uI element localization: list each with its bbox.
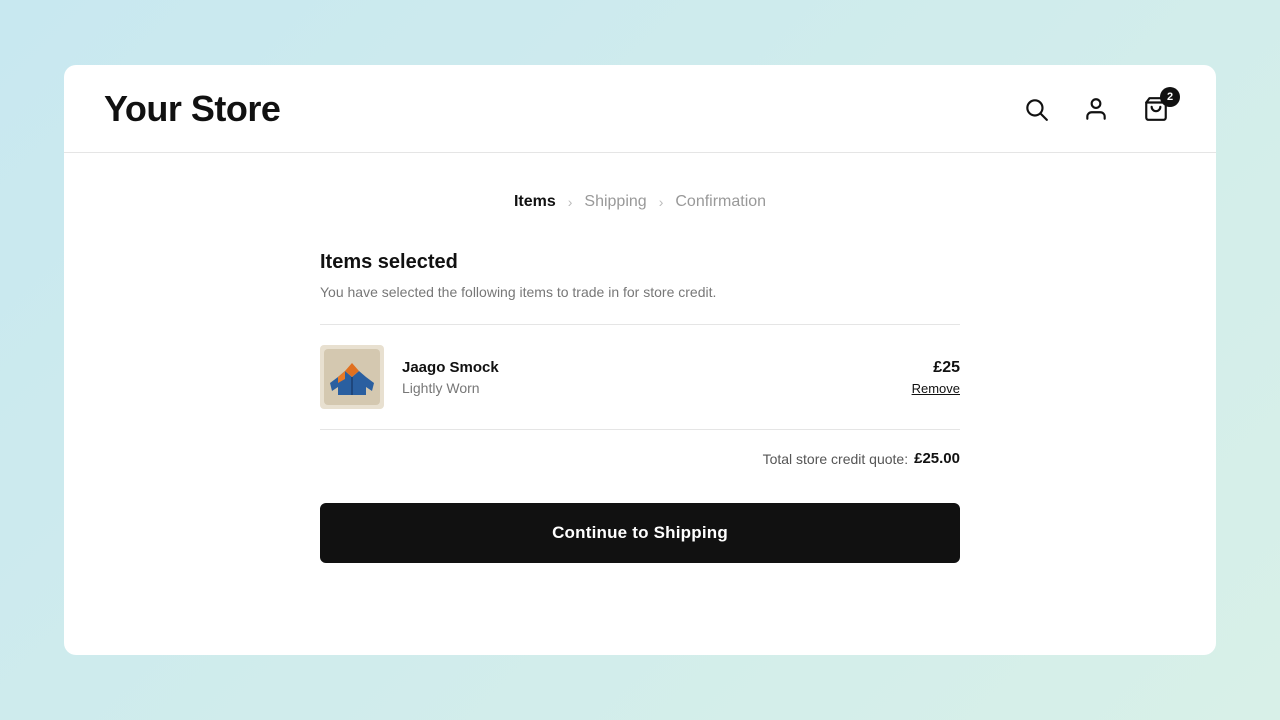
jacket-illustration: [324, 349, 380, 405]
item-price-action: £25 Remove: [912, 359, 960, 396]
search-icon: [1023, 96, 1049, 122]
header-icons: 2: [1016, 89, 1176, 129]
cart-button[interactable]: 2: [1136, 89, 1176, 129]
remove-button[interactable]: Remove: [912, 381, 960, 396]
step-confirmation: Confirmation: [675, 193, 766, 211]
app-window: Your Store: [64, 65, 1216, 655]
chevron-2-icon: ›: [659, 194, 664, 210]
main-content: Items › Shipping › Confirmation Items se…: [64, 153, 1216, 655]
cart-badge: 2: [1160, 87, 1180, 107]
total-label: Total store credit quote:: [763, 451, 909, 467]
store-title: Your Store: [104, 88, 280, 130]
checkout-steps: Items › Shipping › Confirmation: [514, 193, 766, 211]
total-row: Total store credit quote: £25.00: [320, 430, 960, 487]
item-price: £25: [933, 359, 960, 377]
search-button[interactable]: [1016, 89, 1056, 129]
section-title: Items selected: [320, 251, 960, 274]
table-row: Jaago Smock Lightly Worn £25 Remove: [320, 325, 960, 430]
total-amount: £25.00: [914, 450, 960, 467]
items-content: Items selected You have selected the fol…: [320, 251, 960, 487]
item-info: Jaago Smock Lightly Worn: [402, 359, 912, 396]
item-name: Jaago Smock: [402, 359, 912, 376]
item-condition: Lightly Worn: [402, 380, 912, 396]
continue-to-shipping-button[interactable]: Continue to Shipping: [320, 503, 960, 563]
section-description: You have selected the following items to…: [320, 284, 960, 300]
chevron-1-icon: ›: [568, 194, 573, 210]
user-icon: [1083, 96, 1109, 122]
step-shipping: Shipping: [584, 193, 646, 211]
item-image: [320, 345, 384, 409]
account-button[interactable]: [1076, 89, 1116, 129]
step-items: Items: [514, 193, 556, 211]
header: Your Store: [64, 65, 1216, 153]
